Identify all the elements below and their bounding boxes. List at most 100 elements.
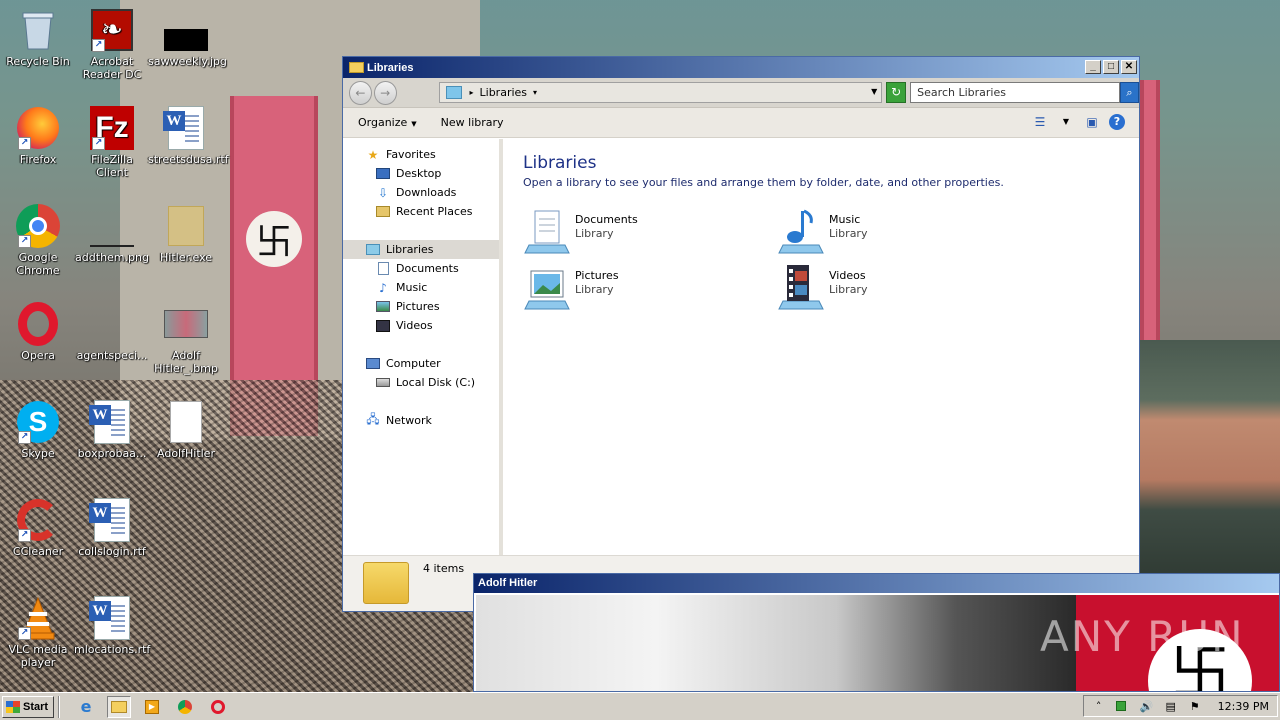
video-icon: [375, 319, 391, 333]
pictures-library-icon: [523, 263, 571, 311]
nav-favorites[interactable]: ★ Favorites: [343, 145, 499, 164]
opera-taskbar-icon[interactable]: [206, 696, 230, 718]
minimize-button[interactable]: _: [1085, 60, 1101, 74]
shortcut-arrow-icon: ↗: [18, 235, 31, 248]
desktop-icon-vlc[interactable]: ↗ VLC media player: [0, 596, 76, 669]
nav-music[interactable]: ♪ Music: [343, 278, 499, 297]
desktop-icon-adolf-bmp[interactable]: Adolf Hitler_.bmp: [148, 302, 224, 375]
image-file-icon: [90, 204, 134, 248]
desktop-icon-label: Opera: [21, 349, 55, 362]
view-options-icon[interactable]: ☰: [1031, 114, 1049, 130]
library-tile-pictures[interactable]: Pictures Library: [523, 263, 763, 313]
command-bar: Organize ▼ New library ☰ ▼ ▣ ?: [343, 108, 1139, 138]
page-description: Open a library to see your files and arr…: [523, 176, 1004, 189]
shortcut-arrow-icon: ↗: [92, 39, 105, 52]
maximize-button[interactable]: □: [1103, 60, 1119, 74]
nav-label: Music: [396, 281, 428, 294]
volume-icon[interactable]: 🔊: [1140, 700, 1154, 713]
desktop-icon-adolfhitler[interactable]: AdolfHitler: [148, 400, 224, 460]
action-center-flag-icon[interactable]: ⚑: [1188, 700, 1202, 713]
desktop-icon-label: streetsdusa.rtf: [148, 153, 229, 166]
library-grid: Documents Library Music Library Pictures…: [523, 207, 1123, 327]
library-tile-documents[interactable]: Documents Library: [523, 207, 763, 257]
nav-label: Videos: [396, 319, 433, 332]
desktop-icon-boxprobaa[interactable]: W boxprobaa...: [74, 400, 150, 460]
breadcrumb-libraries[interactable]: Libraries: [480, 86, 528, 99]
nav-libraries[interactable]: Libraries: [343, 240, 499, 259]
word-doc-icon: W: [89, 498, 134, 542]
word-doc-icon: W: [89, 400, 134, 444]
music-note-icon: ♪: [379, 280, 387, 295]
desktop-icon-agentspeci[interactable]: agentspeci...: [74, 302, 150, 362]
ccleaner-icon: ↗: [16, 498, 60, 542]
image-file-icon: [90, 302, 134, 346]
nav-pictures[interactable]: Pictures: [343, 297, 499, 316]
nav-network[interactable]: 🖧 Network: [343, 411, 499, 430]
desktop-icon-addthem[interactable]: addthem.png: [74, 204, 150, 264]
display-icon[interactable]: ▤: [1164, 700, 1178, 713]
nav-desktop[interactable]: Desktop: [343, 164, 499, 183]
library-name: Pictures: [575, 269, 619, 282]
network-status-icon[interactable]: [1115, 701, 1130, 711]
nav-computer[interactable]: Computer: [343, 354, 499, 373]
viewer-photo: [476, 595, 1076, 691]
nav-documents[interactable]: Documents: [343, 259, 499, 278]
vlc-icon: ↗: [16, 596, 60, 640]
desktop-icon-opera[interactable]: Opera: [0, 302, 76, 362]
downloads-icon: ⇩: [377, 185, 389, 200]
organize-button[interactable]: Organize ▼: [358, 116, 417, 129]
explorer-taskbar-icon[interactable]: [107, 695, 131, 718]
desktop-icon-filezilla[interactable]: Fz ↗ FileZilla Client: [74, 106, 150, 179]
desktop-icon-label: Acrobat Reader DC: [82, 55, 142, 81]
preview-pane-icon[interactable]: ▣: [1083, 114, 1101, 130]
forward-button[interactable]: →: [373, 80, 397, 105]
nav-label: Local Disk (C:): [396, 376, 476, 389]
library-tile-music[interactable]: Music Library: [777, 207, 1017, 257]
desktop-icon-streetsdusa[interactable]: W streetsdusa.rtf: [148, 106, 229, 166]
new-library-button[interactable]: New library: [441, 116, 504, 129]
view-dropdown-icon[interactable]: ▼: [1057, 114, 1075, 130]
desktop-icon-collslogin[interactable]: W collslogin.rtf: [74, 498, 150, 558]
desktop-icon-hitler-exe[interactable]: Hitler.exe: [148, 204, 224, 264]
refresh-button[interactable]: ↻: [886, 82, 907, 103]
desktop-icon-sawweekly[interactable]: sawweekly.jpg: [148, 8, 227, 68]
back-button[interactable]: ←: [349, 80, 372, 105]
nav-local-disk[interactable]: Local Disk (C:): [343, 373, 499, 392]
desktop-icon: [375, 167, 391, 181]
nav-videos[interactable]: Videos: [343, 316, 499, 335]
desktop-icon-label: Google Chrome: [16, 251, 60, 277]
desktop-icon-skype[interactable]: S ↗ Skype: [0, 400, 76, 460]
help-icon[interactable]: ?: [1109, 114, 1125, 130]
media-player-icon[interactable]: ▶: [140, 696, 164, 718]
library-tile-videos[interactable]: Videos Library: [777, 263, 1017, 313]
desktop-icon-mlocations[interactable]: W mlocations.rtf: [74, 596, 150, 656]
breadcrumb-separator-icon: ▸: [469, 88, 474, 97]
internet-explorer-icon[interactable]: e: [74, 696, 98, 718]
start-button[interactable]: Start: [2, 695, 54, 718]
clock[interactable]: 12:39 PM: [1218, 700, 1269, 713]
desktop-icon-label: Recycle Bin: [6, 55, 70, 68]
address-bar[interactable]: ▸ Libraries ▾ ▼: [438, 82, 883, 103]
desktop-icon-chrome[interactable]: ↗ Google Chrome: [0, 204, 76, 277]
chrome-icon: ↗: [16, 204, 60, 248]
close-button[interactable]: ✕: [1121, 60, 1137, 74]
search-input[interactable]: Search Libraries: [910, 82, 1121, 103]
desktop-icon-acrobat[interactable]: ❧ ↗ Acrobat Reader DC: [74, 8, 150, 81]
chevron-down-icon[interactable]: ▾: [533, 88, 537, 97]
viewer-titlebar[interactable]: Adolf Hitler: [474, 574, 1279, 593]
nav-downloads[interactable]: ⇩ Downloads: [343, 183, 499, 202]
desktop-icon-firefox[interactable]: ↗ Firefox: [0, 106, 76, 166]
search-button[interactable]: ⌕: [1120, 82, 1139, 103]
navigation-pane: ★ Favorites Desktop ⇩ Downloads Recent P…: [343, 139, 503, 555]
library-type: Library: [829, 283, 868, 296]
nav-label: Favorites: [386, 148, 436, 161]
address-dropdown-icon[interactable]: ▼: [871, 87, 877, 96]
chrome-taskbar-icon[interactable]: [173, 696, 197, 718]
wallpaper-figure: [1140, 340, 1280, 580]
desktop-icon-ccleaner[interactable]: ↗ CCleaner: [0, 498, 76, 558]
show-hidden-icons-icon[interactable]: ˄: [1092, 700, 1106, 713]
nav-recent-places[interactable]: Recent Places: [343, 202, 499, 221]
explorer-titlebar[interactable]: Libraries _ □ ✕: [343, 57, 1139, 78]
desktop-icon-recycle-bin[interactable]: Recycle Bin: [0, 8, 76, 68]
explorer-window[interactable]: Libraries _ □ ✕ ← → ▸ Libraries ▾ ▼ ↻ Se…: [342, 56, 1140, 612]
